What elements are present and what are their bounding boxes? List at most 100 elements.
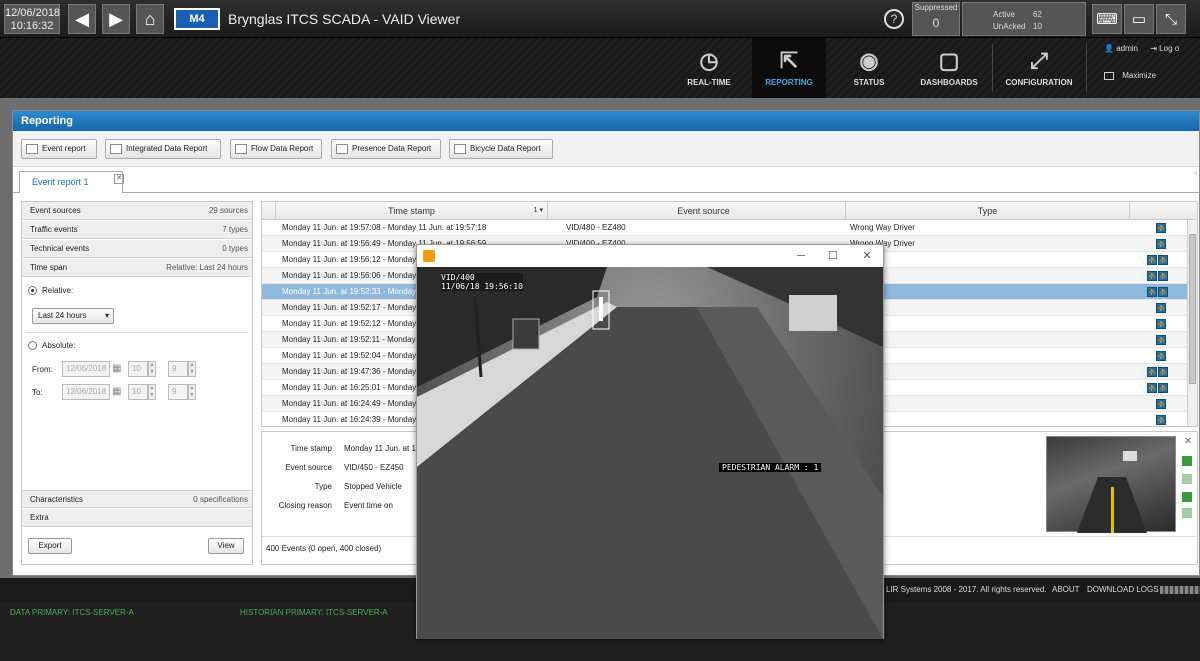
filter-time-span[interactable]: Time span Relative: Last 24 hours: [22, 259, 252, 277]
to-date-field[interactable]: 12/06/2018: [62, 384, 110, 400]
person-icon[interactable]: ⛹: [1147, 270, 1157, 281]
alarm-counter[interactable]: Active 62 UnAcked 10: [962, 2, 1086, 36]
bicycle-data-report-button[interactable]: Bicycle Data Report: [449, 139, 553, 159]
window-maximize-button[interactable]: ☐: [823, 248, 843, 264]
to-minute-spinner[interactable]: ▲ ▼: [188, 384, 196, 400]
to-hour-field[interactable]: 10: [128, 384, 148, 400]
divider: [26, 332, 248, 333]
to-hour-spinner[interactable]: ▲ ▼: [148, 384, 156, 400]
calendar-icon[interactable]: ▦: [112, 386, 121, 397]
filter-label: Traffic events: [30, 225, 78, 234]
keyboard-button[interactable]: ⌨: [1092, 4, 1122, 34]
relative-radio[interactable]: [28, 286, 37, 295]
about-link[interactable]: ABOUT: [1052, 585, 1080, 594]
from-hour-field[interactable]: 10: [128, 361, 148, 377]
nav-realtime[interactable]: ◷ REAL-TIME: [672, 38, 746, 98]
person-icon[interactable]: ⛹: [1147, 254, 1157, 265]
filter-traffic-events[interactable]: Traffic events 7 types: [22, 221, 252, 239]
table-row[interactable]: Monday 11 Jun. at 19:57:08 - Monday 11 J…: [262, 220, 1187, 236]
forward-button[interactable]: ▶: [102, 4, 130, 34]
nav-reporting[interactable]: ⇱ REPORTING: [752, 38, 826, 98]
person-icon[interactable]: ⛹: [1158, 286, 1168, 297]
nav-dashboards[interactable]: ▢ DASHBOARDS: [912, 38, 986, 98]
video-play-icon[interactable]: [1182, 456, 1192, 466]
from-minute-spinner[interactable]: ▲ ▼: [188, 361, 196, 377]
column-header-event-source[interactable]: Event source: [562, 202, 846, 220]
calendar-icon[interactable]: ▦: [112, 363, 121, 374]
person-icon[interactable]: ⛹: [1158, 254, 1168, 265]
maximize-toggle[interactable]: Maximize: [1104, 71, 1179, 80]
snapshot-icon[interactable]: [1182, 474, 1192, 484]
suppressed-counter[interactable]: Suppressed 0: [912, 2, 960, 36]
minimize-button[interactable]: ▭: [1124, 4, 1154, 34]
filter-label: Event sources: [30, 206, 81, 215]
from-hour-spinner[interactable]: ▲ ▼: [148, 361, 156, 377]
person-icon[interactable]: ⛹: [1147, 286, 1157, 297]
unacked-label: UnAcked: [993, 22, 1026, 31]
column-header-type[interactable]: Type: [846, 202, 1130, 220]
maximize-checkbox[interactable]: [1104, 71, 1114, 80]
video-app-icon: [423, 250, 435, 262]
video-play-icon[interactable]: [1182, 492, 1192, 502]
close-icon[interactable]: ✕: [114, 174, 124, 184]
flow-data-report-button[interactable]: Flow Data Report: [230, 139, 322, 159]
logout-link[interactable]: ⇥ Log o: [1150, 44, 1179, 53]
absolute-radio[interactable]: [28, 341, 37, 350]
from-date-field[interactable]: 12/06/2018: [62, 361, 110, 377]
presence-data-report-button[interactable]: Presence Data Report: [331, 139, 441, 159]
filter-event-sources[interactable]: Event sources 29 sources: [22, 202, 252, 220]
video-window-titlebar[interactable]: ─ ☐ ✕: [417, 245, 883, 267]
column-header-timestamp[interactable]: Time stamp 1 ▾: [276, 202, 548, 220]
integrated-data-report-button[interactable]: Integrated Data Report: [105, 139, 221, 159]
person-icon[interactable]: ⛹: [1158, 382, 1168, 393]
person-icon[interactable]: ⛹: [1156, 222, 1166, 233]
view-button[interactable]: View: [208, 538, 244, 554]
person-icon[interactable]: ⛹: [1156, 334, 1166, 345]
table-scrollbar[interactable]: [1187, 220, 1197, 426]
cell-type: an: [850, 268, 1126, 284]
person-icon[interactable]: ⛹: [1156, 318, 1166, 329]
person-icon[interactable]: ⛹: [1156, 414, 1166, 425]
video-window[interactable]: ─ ☐ ✕ VID/400 11/06/18 19:56:10 PEDESTRI…: [416, 244, 884, 639]
export-button[interactable]: Export: [28, 538, 72, 554]
snapshot-icon[interactable]: [1182, 508, 1192, 518]
cell-type: [850, 252, 1126, 268]
home-button[interactable]: ⌂: [136, 4, 164, 34]
filter-characteristics[interactable]: Characteristics 0 specifications: [22, 490, 252, 508]
person-icon[interactable]: ⛹: [1158, 366, 1168, 377]
camera-thumbnail[interactable]: [1046, 436, 1176, 533]
from-minute-field[interactable]: 9: [168, 361, 188, 377]
cell-actions: ⛹ ⛹: [1146, 380, 1186, 396]
to-minute-field[interactable]: 9: [168, 384, 188, 400]
tab-event-report-1[interactable]: Event report 1 ✕: [19, 171, 124, 193]
maximize-label: Maximize: [1122, 71, 1157, 80]
nav-status[interactable]: ◉ STATUS: [832, 38, 906, 98]
filter-count: 7 types: [222, 225, 248, 234]
window-minimize-button[interactable]: ─: [791, 248, 811, 264]
nav-configuration[interactable]: ⤢ CONFIGURATION: [1002, 38, 1076, 98]
help-button[interactable]: ?: [884, 9, 904, 29]
relative-select[interactable]: Last 24 hours ▾: [32, 308, 114, 324]
scrollbar-thumb[interactable]: [1189, 234, 1196, 384]
filter-extra[interactable]: Extra: [22, 509, 252, 527]
filter-technical-events[interactable]: Technical events 0 types: [22, 240, 252, 258]
person-icon[interactable]: ⛹: [1156, 398, 1166, 409]
close-icon[interactable]: ✕: [1184, 436, 1192, 447]
person-icon[interactable]: ⛹: [1147, 366, 1157, 377]
person-icon[interactable]: ⛹: [1147, 382, 1157, 393]
cell-type: an: [850, 364, 1126, 380]
back-button[interactable]: ◀: [68, 4, 96, 34]
person-icon[interactable]: ⛹: [1156, 238, 1166, 249]
download-logs-link[interactable]: DOWNLOAD LOGS: [1087, 585, 1159, 594]
fullscreen-button[interactable]: ⤡: [1156, 4, 1186, 34]
suppressed-label: Suppressed: [914, 3, 958, 12]
person-icon[interactable]: ⛹: [1156, 302, 1166, 313]
dashboard-icon: ▢: [938, 48, 960, 73]
window-close-button[interactable]: ✕: [857, 248, 877, 264]
filter-count: 0 types: [222, 244, 248, 253]
event-report-button[interactable]: Event report: [21, 139, 97, 159]
person-icon[interactable]: ⛹: [1158, 270, 1168, 281]
person-icon[interactable]: ⛹: [1156, 350, 1166, 361]
logout-icon: ⇥: [1150, 44, 1160, 53]
panel-collapse-icon[interactable]: ◂: [1193, 168, 1197, 177]
